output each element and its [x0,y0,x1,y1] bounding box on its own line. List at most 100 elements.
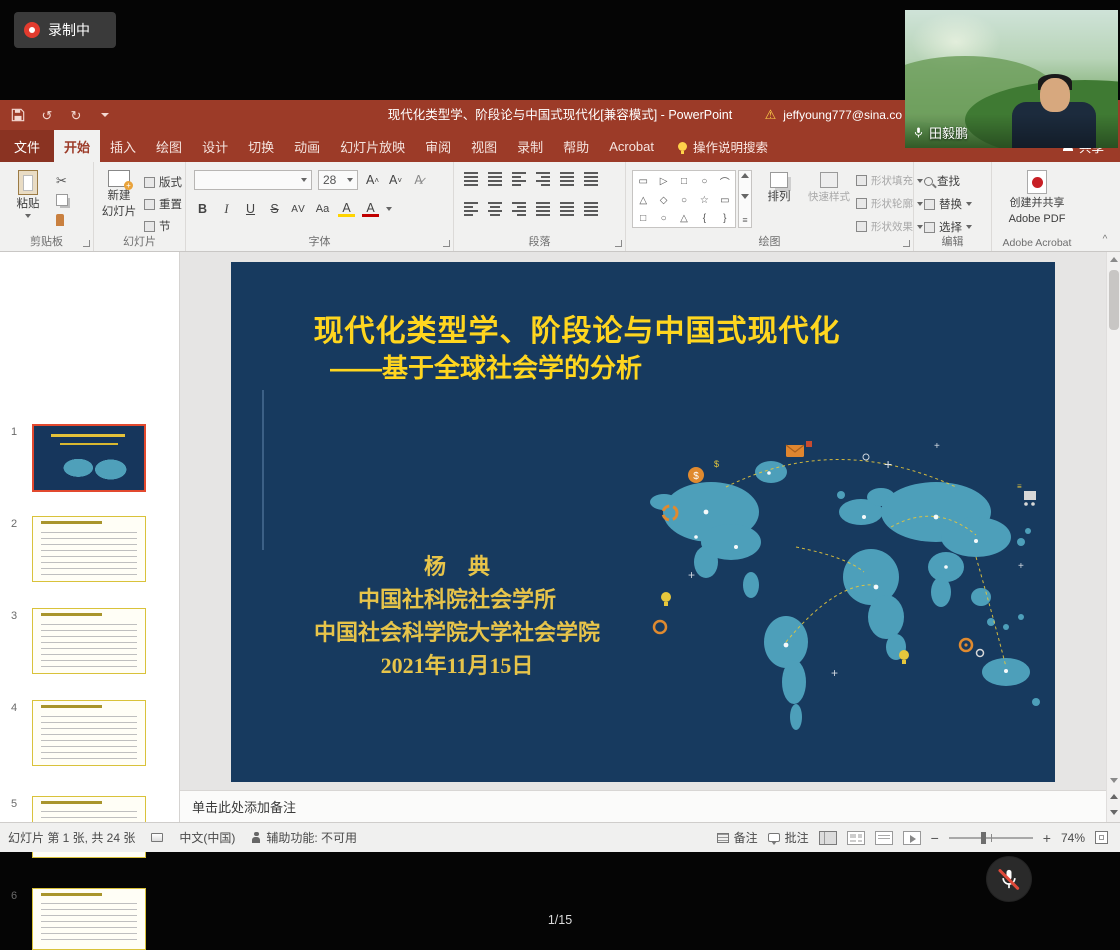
reset-button[interactable]: 重置 [144,196,182,212]
reading-view-button[interactable] [875,831,893,845]
align-center-icon[interactable] [488,202,502,216]
replace-button[interactable]: 替换 [924,196,972,212]
tab-transitions[interactable]: 切换 [238,130,284,162]
font-dialog-launcher[interactable] [443,240,450,247]
tell-me-search[interactable]: 操作说明搜索 [678,130,768,162]
tab-record[interactable]: 录制 [507,130,553,162]
increase-indent-icon[interactable] [536,172,550,186]
slide-thumbnail-3[interactable] [32,608,146,674]
shape-icon[interactable]: △ [639,195,647,206]
tab-view[interactable]: 视图 [461,130,507,162]
copy-button[interactable] [56,194,68,206]
save-icon[interactable] [10,107,26,123]
undo-icon[interactable]: ↺ [39,107,55,123]
section-button[interactable]: 节 [144,218,171,234]
cut-button[interactable]: ✂ [56,174,67,187]
shape-icon[interactable]: □ [681,176,687,187]
shape-icon[interactable]: ▭ [638,176,647,187]
collapse-ribbon-icon[interactable]: ^ [1098,235,1112,245]
shape-icon[interactable]: ◇ [660,195,668,206]
mute-microphone-button[interactable] [987,857,1031,901]
gallery-more-icon[interactable]: ≡ [742,215,747,225]
slide-title[interactable]: 现代化类型学、阶段论与中国式现代化 [241,306,913,350]
italic-button[interactable]: I [218,200,235,218]
next-slide-button[interactable] [1107,805,1120,820]
tab-design[interactable]: 设计 [192,130,238,162]
shape-icon[interactable]: ▭ [720,195,729,206]
shape-icon[interactable]: △ [680,213,688,224]
slideshow-view-button[interactable] [903,831,921,845]
vertical-scrollbar[interactable] [1106,252,1120,822]
align-left-icon[interactable] [464,202,478,216]
drawing-dialog-launcher[interactable] [903,240,910,247]
numbering-icon[interactable] [488,172,502,186]
font-color-button[interactable]: A [362,202,379,217]
paragraph-dialog-launcher[interactable] [615,240,622,247]
scroll-down-button[interactable] [1107,773,1120,788]
notes-toggle-button[interactable]: 备注 [717,829,758,846]
scrollbar-thumb[interactable] [1109,270,1119,330]
tab-help[interactable]: 帮助 [553,130,599,162]
gallery-up-icon[interactable] [741,173,749,178]
gallery-down-icon[interactable] [741,194,749,199]
columns-icon[interactable] [560,202,574,216]
slide[interactable]: 现代化类型学、阶段论与中国式现代化 ——基于全球社会学的分析 杨 典 中国社科院… [231,262,1055,782]
tab-review[interactable]: 审阅 [415,130,461,162]
account-email[interactable]: jeffyoung777@sina.co [783,108,902,122]
slide-sorter-view-button[interactable] [847,831,865,845]
quick-styles-button[interactable]: 快速样式 [804,172,854,204]
smartart-icon[interactable] [584,202,598,216]
shape-icon[interactable]: ▷ [660,176,668,187]
justify-icon[interactable] [536,202,550,216]
shape-icon[interactable]: ○ [661,213,667,224]
zoom-slider-handle[interactable] [981,832,986,844]
slide-subtitle[interactable]: ——基于全球社会学的分析 [330,348,642,385]
line-spacing-icon[interactable] [560,172,574,186]
shapes-gallery[interactable]: ▭ ▷ □ ○ ⌒ △ ◇ ○ ☆ ▭ □ ○ △ { } [632,170,736,228]
notes-pane[interactable]: 单击此处添加备注 [180,790,1106,822]
comments-toggle-button[interactable]: 批注 [768,829,809,846]
slide-counter[interactable]: 幻灯片 第 1 张, 共 24 张 [8,829,135,846]
shrink-font-button[interactable]: A˅ [387,171,404,189]
change-case-button[interactable]: Aa [314,200,331,218]
clear-formatting-button[interactable]: A̷ [410,171,427,189]
proofing-icon[interactable] [151,833,163,842]
character-spacing-button[interactable]: AV [290,200,307,218]
grow-font-button[interactable]: A˄ [364,171,381,189]
underline-button[interactable]: U [242,200,259,218]
accessibility-status[interactable]: 辅助功能: 不可用 [251,829,357,846]
normal-view-button[interactable] [819,831,837,845]
previous-slide-button[interactable] [1107,789,1120,804]
shape-effects-button[interactable]: 形状效果 [856,219,923,234]
format-painter-button[interactable] [56,214,64,226]
tab-slideshow[interactable]: 幻灯片放映 [330,130,415,162]
shape-icon[interactable]: ○ [701,176,707,187]
shapes-gallery-scroll[interactable]: ≡ [738,170,752,228]
decrease-indent-icon[interactable] [512,172,526,186]
notes-placeholder[interactable]: 单击此处添加备注 [192,797,296,816]
strikethrough-button[interactable]: S [266,200,283,218]
bullets-icon[interactable] [464,172,478,186]
customize-quick-access-caret-icon[interactable] [97,107,113,123]
tab-acrobat[interactable]: Acrobat [599,130,664,162]
clipboard-dialog-launcher[interactable] [83,240,90,247]
tab-animations[interactable]: 动画 [284,130,330,162]
align-right-icon[interactable] [512,202,526,216]
bold-button[interactable]: B [194,200,211,218]
layout-button[interactable]: 版式 [144,174,182,190]
arrange-button[interactable]: 排列 [758,172,800,204]
slide-thumbnail-2[interactable] [32,516,146,582]
shape-icon[interactable]: ⌒ [720,174,730,189]
tab-insert[interactable]: 插入 [100,130,146,162]
text-direction-icon[interactable] [584,172,598,186]
create-pdf-button[interactable]: 创建并共享 Adobe PDF [1002,170,1072,226]
zoom-out-button[interactable]: − [931,830,939,846]
zoom-slider[interactable] [949,837,1033,839]
paste-button[interactable]: 粘贴 [8,170,48,218]
slide-author-block[interactable]: 杨 典 中国社科院社会学所 中国社会科学院大学社会学院 2021年11月15日 [261,550,653,682]
tab-draw[interactable]: 绘图 [146,130,192,162]
slide-thumbnail-1[interactable] [32,424,146,492]
shape-icon[interactable]: ○ [681,195,687,206]
zoom-percentage[interactable]: 74% [1061,831,1085,845]
slide-thumbnail-4[interactable] [32,700,146,766]
